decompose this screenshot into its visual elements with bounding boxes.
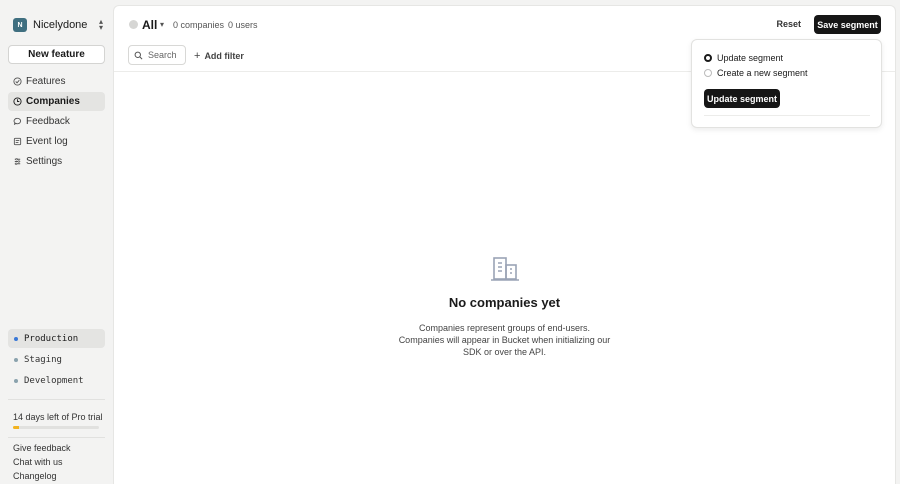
sidebar-item-event-log[interactable]: Event log	[8, 132, 105, 151]
building-icon	[490, 257, 519, 281]
reset-button[interactable]: Reset	[776, 19, 801, 29]
option-update-segment[interactable]: Update segment	[704, 53, 783, 63]
environment-list: Production Staging Development	[8, 329, 105, 392]
environment-label: Staging	[24, 354, 62, 365]
companies-icon	[13, 97, 22, 106]
users-count: 0 users	[228, 20, 258, 30]
environment-item-production[interactable]: Production	[8, 329, 105, 348]
sidebar-divider	[8, 399, 105, 400]
sidebar-item-label: Settings	[26, 156, 63, 167]
plus-icon: +	[194, 50, 201, 62]
trial-status: 14 days left of Pro trial	[13, 412, 103, 422]
sidebar-item-label: Companies	[26, 96, 80, 107]
search-input[interactable]	[148, 50, 186, 60]
environment-item-development[interactable]: Development	[8, 371, 105, 390]
feedback-icon	[13, 117, 22, 126]
empty-state: No companies yet Companies represent gro…	[114, 256, 895, 358]
empty-state-title: No companies yet	[448, 295, 561, 310]
sidebar: N Nicelydone ▴ ▾ New feature Features Com…	[0, 0, 113, 484]
popover-divider	[704, 115, 870, 116]
footer-links: Give feedback Chat with us Changelog	[13, 443, 71, 484]
chat-with-us-link[interactable]: Chat with us	[13, 457, 71, 471]
chevron-up-down-icon: ▴ ▾	[98, 17, 103, 32]
add-filter-label: Add filter	[204, 51, 244, 61]
option-label: Create a new segment	[717, 68, 808, 78]
segment-color-icon	[129, 20, 138, 29]
update-segment-button[interactable]: Update segment	[704, 89, 780, 108]
add-filter-button[interactable]: + Add filter	[194, 50, 244, 62]
environment-dot-icon	[14, 357, 18, 362]
features-icon	[13, 77, 22, 86]
chevron-down-icon[interactable]: ▾	[160, 20, 164, 29]
new-feature-button[interactable]: New feature	[8, 45, 105, 64]
org-avatar: N	[13, 18, 27, 32]
sidebar-item-label: Event log	[26, 136, 68, 147]
radio-checked-icon[interactable]	[704, 54, 712, 62]
option-label: Update segment	[717, 53, 784, 63]
environment-dot-icon	[14, 378, 18, 383]
radio-unchecked-icon[interactable]	[704, 69, 712, 77]
environment-label: Development	[24, 375, 84, 386]
sidebar-item-feedback[interactable]: Feedback	[8, 112, 105, 131]
sidebar-item-settings[interactable]: Settings	[8, 152, 105, 171]
sidebar-divider	[8, 437, 105, 438]
org-name: Nicelydone	[33, 19, 88, 31]
environment-label: Production	[24, 333, 79, 344]
save-segment-button[interactable]: Save segment	[814, 15, 881, 34]
environment-item-staging[interactable]: Staging	[8, 350, 105, 369]
give-feedback-link[interactable]: Give feedback	[13, 443, 71, 457]
org-switcher[interactable]: N Nicelydone ▴ ▾	[13, 17, 105, 33]
environment-dot-icon	[14, 336, 18, 341]
trial-progress-fill	[13, 426, 20, 429]
empty-state-description: Companies represent groups of end-users.…	[398, 323, 611, 357]
event-log-icon	[13, 137, 22, 146]
sidebar-item-features[interactable]: Features	[8, 72, 105, 91]
segment-selector[interactable]: All	[142, 18, 157, 32]
search-icon	[134, 51, 143, 60]
sidebar-item-label: Features	[26, 76, 66, 87]
companies-count: 0 companies	[173, 20, 225, 30]
sidebar-item-companies[interactable]: Companies	[8, 92, 105, 111]
search-box[interactable]	[128, 45, 186, 65]
settings-icon	[13, 157, 22, 166]
option-create-new-segment[interactable]: Create a new segment	[704, 68, 808, 78]
sidebar-nav: Features Companies Feedback Event log Se…	[8, 72, 105, 172]
changelog-link[interactable]: Changelog	[13, 471, 71, 484]
sidebar-item-label: Feedback	[26, 116, 70, 127]
trial-progress-bar	[13, 426, 99, 429]
save-segment-popover: Update segment Create a new segment Upda…	[691, 39, 882, 128]
